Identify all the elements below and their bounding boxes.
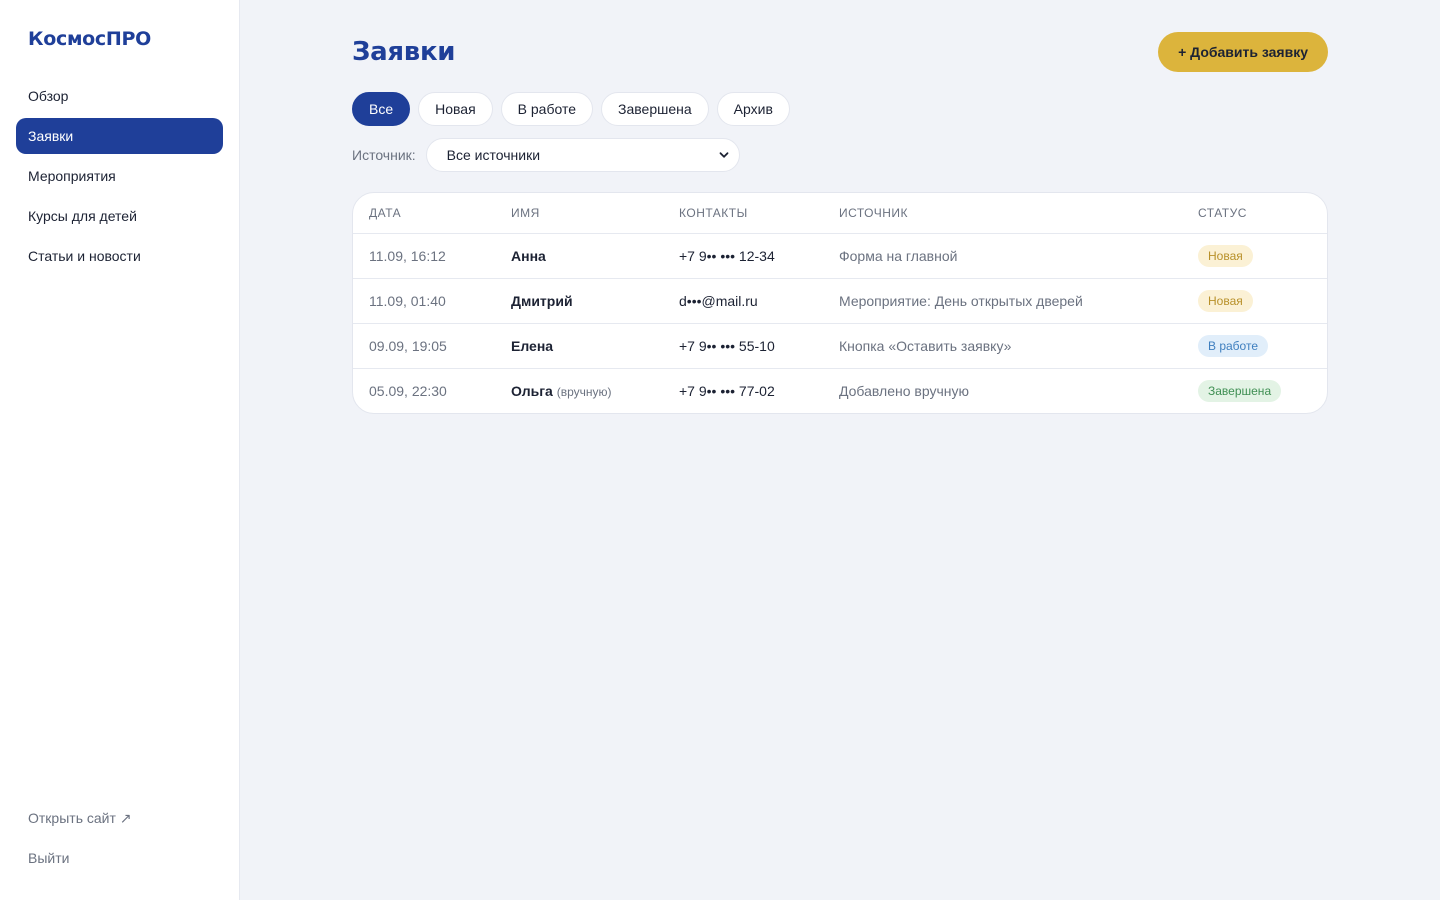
filter-chip-new[interactable]: Новая — [418, 92, 493, 126]
table-row[interactable]: 11.09, 16:12 Анна +7 9•• ••• 12-34 Форма… — [353, 233, 1327, 279]
status-badge: В работе — [1198, 334, 1269, 357]
sidebar-footer: Открыть сайт ↗ Выйти — [16, 800, 223, 876]
cell-date: 11.09, 01:40 — [353, 278, 495, 324]
person-name: Анна — [511, 247, 546, 264]
source-select-wrapper: Все источники — [425, 138, 740, 172]
column-header-date: ДАТА — [353, 193, 495, 234]
sidebar-item-requests[interactable]: Заявки — [16, 118, 223, 154]
sidebar-item-events[interactable]: Мероприятия — [16, 158, 223, 194]
cell-date: 05.09, 22:30 — [369, 382, 447, 399]
column-header-status: СТАТУС — [1182, 193, 1327, 234]
table-row[interactable]: 05.09, 22:30 Ольга (вручную) +7 9•• ••• … — [353, 368, 1327, 413]
logout-link[interactable]: Выйти — [16, 840, 223, 876]
logo[interactable]: КосмосПРО — [16, 28, 223, 50]
cell-name: Елена — [495, 323, 663, 369]
cell-date: 11.09, 16:12 — [353, 233, 495, 279]
requests-table: ДАТА ИМЯ КОНТАКТЫ ИСТОЧНИК СТАТУС 11.09,… — [353, 193, 1327, 413]
sidebar: КосмосПРО Обзор Заявки Мероприятия Курсы… — [0, 0, 240, 900]
cell-source: Форма на главной — [823, 233, 1182, 279]
sidebar-item-articles[interactable]: Статьи и новости — [16, 238, 223, 274]
cell-status: В работе — [1182, 323, 1327, 369]
table-body: 11.09, 16:12 Анна +7 9•• ••• 12-34 Форма… — [353, 233, 1327, 413]
cell-status: Новая — [1182, 278, 1327, 324]
cell-status: Завершена — [1182, 368, 1327, 413]
sidebar-item-kids-courses[interactable]: Курсы для детей — [16, 198, 223, 234]
page-title: Заявки — [352, 37, 456, 67]
source-filter: Источник: Все источники — [352, 138, 1328, 172]
table-header-row: ДАТА ИМЯ КОНТАКТЫ ИСТОЧНИК СТАТУС — [353, 193, 1327, 234]
source-filter-label: Источник: — [352, 147, 416, 163]
page-header: Заявки + Добавить заявку — [352, 32, 1328, 72]
cell-source: Добавлено вручную — [839, 382, 969, 399]
main-content: Заявки + Добавить заявку Все Новая В раб… — [240, 0, 1440, 900]
filter-chip-archive[interactable]: Архив — [716, 92, 790, 126]
filter-chip-completed[interactable]: Завершена — [601, 92, 709, 126]
sidebar-nav: Обзор Заявки Мероприятия Курсы для детей… — [16, 78, 223, 274]
person-name: Елена — [511, 337, 554, 354]
column-header-contacts: КОНТАКТЫ — [663, 193, 823, 234]
table-row[interactable]: 11.09, 01:40 Дмитрий d•••@mail.ru Меропр… — [353, 278, 1327, 324]
cell-status: Новая — [1182, 233, 1327, 279]
cell-contacts: +7 9•• ••• 77-02 — [679, 382, 775, 399]
filter-chip-in-progress[interactable]: В работе — [500, 92, 594, 126]
column-header-name: ИМЯ — [495, 193, 663, 234]
cell-source: Мероприятие: День открытых дверей — [823, 278, 1182, 324]
status-badge: Новая — [1198, 244, 1253, 267]
table-row[interactable]: 09.09, 19:05 Елена +7 9•• ••• 55-10 Кноп… — [353, 323, 1327, 369]
cell-name: Ольга (вручную) — [495, 368, 663, 413]
status-badge: Завершена — [1198, 379, 1282, 402]
sidebar-item-overview[interactable]: Обзор — [16, 78, 223, 114]
cell-source: Кнопка «Оставить заявку» — [823, 323, 1182, 369]
manual-note: (вручную) — [556, 384, 612, 399]
cell-date: 09.09, 19:05 — [353, 323, 495, 369]
filter-chip-all[interactable]: Все — [352, 92, 411, 126]
add-request-button[interactable]: + Добавить заявку — [1158, 32, 1328, 72]
person-name: Ольга — [511, 382, 553, 399]
source-select[interactable]: Все источники — [426, 139, 739, 171]
status-badge: Новая — [1198, 289, 1253, 312]
open-site-link[interactable]: Открыть сайт ↗ — [16, 800, 223, 836]
cell-name: Анна — [495, 233, 663, 279]
person-name: Дмитрий — [511, 292, 573, 309]
requests-table-card: ДАТА ИМЯ КОНТАКТЫ ИСТОЧНИК СТАТУС 11.09,… — [352, 192, 1328, 414]
cell-contacts: +7 9•• ••• 12-34 — [663, 233, 823, 279]
cell-contacts: +7 9•• ••• 55-10 — [663, 323, 823, 369]
cell-contacts: d•••@mail.ru — [663, 278, 823, 324]
cell-name: Дмитрий — [495, 278, 663, 324]
status-filter-chips: Все Новая В работе Завершена Архив — [352, 92, 1328, 126]
column-header-source: ИСТОЧНИК — [823, 193, 1182, 234]
